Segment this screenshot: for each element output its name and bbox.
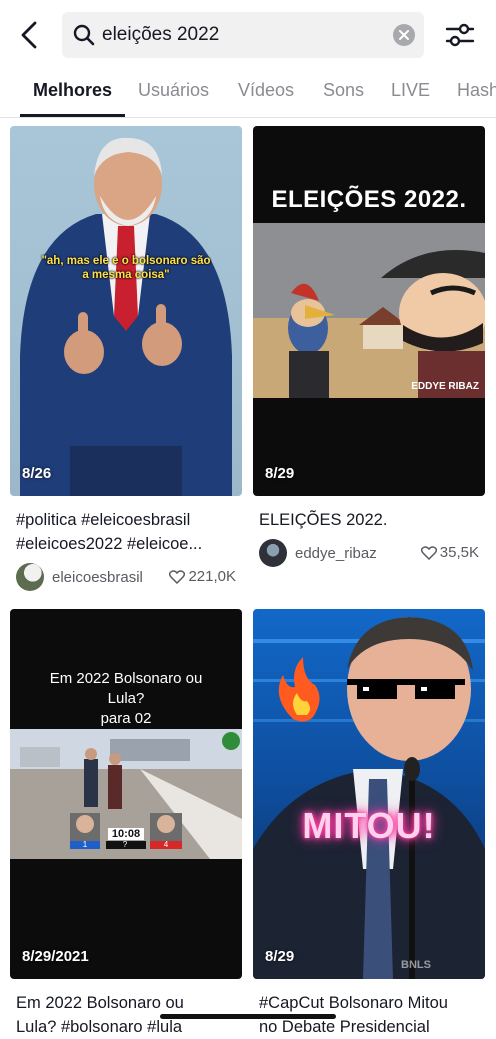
like-count-value: 35,5K — [439, 544, 479, 561]
video-meta: eleicoesbrasil 221,0K — [16, 562, 242, 592]
overlay-neon-text: MITOU! — [302, 805, 436, 846]
overlay-question: Em 2022 Bolsonaro ou Lula? para 02 — [10, 669, 242, 729]
cartoon-scene-image — [253, 223, 485, 398]
debate-timer: 10:08 — [108, 828, 144, 840]
photo-count: 8/29 — [265, 948, 295, 965]
avatar[interactable] — [16, 563, 44, 591]
politician-photo-image — [20, 137, 232, 496]
avatar[interactable] — [259, 539, 287, 567]
clear-search-button[interactable] — [393, 24, 415, 46]
debate-photo-image — [253, 617, 485, 979]
search-input[interactable] — [102, 12, 382, 58]
vote-left: 1 — [82, 840, 88, 849]
video-card[interactable]: Em 2022 Bolsonaro ou Lula? para 02 10:08 — [10, 609, 242, 1039]
tab-hashtags[interactable]: Hashtags — [457, 80, 496, 101]
vote-mid: ? — [122, 840, 128, 849]
home-indicator — [160, 1014, 336, 1019]
video-card[interactable]: ELEIÇÕES 2022. EDDYE RIBAZ 8/29 ELEIÇÕES… — [253, 126, 485, 568]
back-button[interactable] — [14, 18, 44, 52]
photo-count: 8/26 — [22, 465, 52, 482]
video-date: 8/29/2021 — [22, 948, 89, 965]
like-count: 221,0K — [169, 568, 236, 585]
caption-line: ELEIÇÕES 2022. — [259, 511, 388, 529]
close-icon — [399, 30, 409, 40]
video-card[interactable]: MITOU! BNLS 8/29 #CapCut Bolsonaro Mitou… — [253, 609, 485, 1039]
top-bar — [0, 0, 496, 70]
video-card[interactable]: "ah, mas ele e o bolsonaro são a mesma c… — [10, 126, 242, 592]
overlay-title: ELEIÇÕES 2022. — [271, 186, 467, 213]
search-icon — [73, 24, 95, 46]
tab-videos[interactable]: Vídeos — [238, 80, 294, 101]
vote-right: 4 — [163, 840, 169, 849]
tabs-divider — [0, 117, 496, 118]
caption-line: #eleicoes2022 #eleicoe... — [16, 535, 203, 553]
tab-usuarios[interactable]: Usuários — [138, 80, 209, 101]
tab-sons[interactable]: Sons — [323, 80, 364, 101]
caption-line: #CapCut Bolsonaro Mitou — [259, 994, 448, 1012]
filter-icon — [445, 23, 475, 47]
tab-live[interactable]: LIVE — [391, 80, 430, 101]
video-thumbnail[interactable]: ELEIÇÕES 2022. EDDYE RIBAZ 8/29 — [253, 126, 485, 496]
caption-line: Em 2022 Bolsonaro ou — [16, 994, 184, 1012]
video-thumbnail[interactable]: MITOU! BNLS 8/29 — [253, 609, 485, 979]
video-meta: eddye_ribaz 35,5K — [259, 538, 485, 568]
like-count-value: 221,0K — [188, 568, 236, 585]
username[interactable]: eleicoesbrasil — [52, 569, 143, 586]
watermark: BNLS — [401, 959, 431, 971]
chevron-left-icon — [21, 21, 37, 49]
tab-melhores[interactable]: Melhores — [33, 80, 112, 101]
video-thumbnail[interactable]: "ah, mas ele e o bolsonaro são a mesma c… — [10, 126, 242, 496]
search-box[interactable] — [62, 12, 424, 58]
photo-count: 8/29 — [265, 465, 295, 482]
video-thumbnail[interactable]: Em 2022 Bolsonaro ou Lula? para 02 10:08 — [10, 609, 242, 979]
overlay-line: Em 2022 Bolsonaro ou — [49, 670, 203, 687]
filter-button[interactable] — [444, 20, 476, 50]
overlay-caption-text: "ah, mas ele e o bolsonaro são a mesma c… — [41, 255, 211, 281]
like-count: 35,5K — [420, 544, 479, 561]
username[interactable]: eddye_ribaz — [295, 545, 377, 562]
heart-icon — [169, 569, 186, 584]
search-tabs: Melhores Usuários Vídeos Sons LIVE Hasht… — [0, 70, 496, 118]
video-caption[interactable]: #politica #eleicoesbrasil #eleicoes2022 … — [16, 508, 238, 556]
overlay-line: para 02 — [100, 710, 152, 727]
video-caption[interactable]: ELEIÇÕES 2022. — [259, 508, 481, 532]
overlay-line: Lula? — [107, 690, 145, 707]
caption-line: #politica #eleicoesbrasil — [16, 511, 191, 529]
heart-icon — [420, 545, 437, 560]
watermark: EDDYE RIBAZ — [411, 381, 479, 392]
